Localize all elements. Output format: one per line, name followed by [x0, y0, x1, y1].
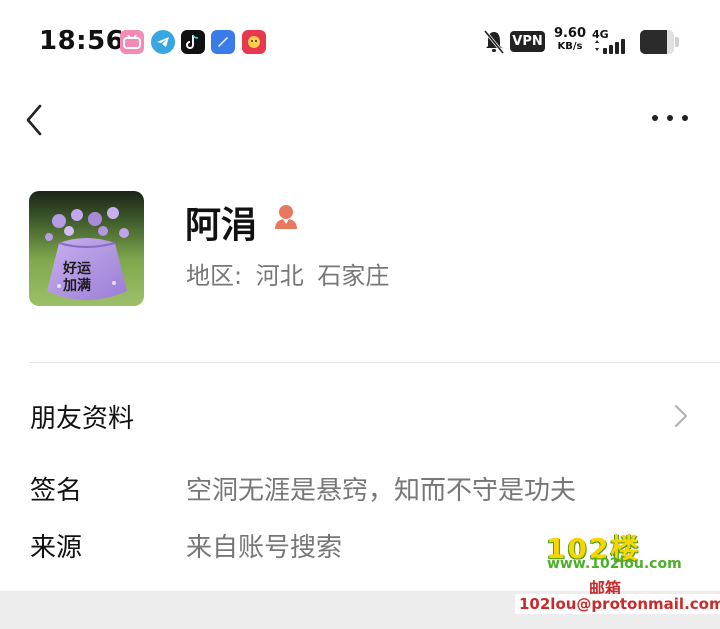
signature-label: 签名: [30, 476, 83, 506]
tiktok-icon: [181, 30, 205, 54]
network-speed: 9.60 KB/s: [552, 27, 588, 53]
signal-icon: [595, 39, 625, 54]
region-province: 河北: [255, 262, 304, 290]
battery-level-fill: [640, 30, 667, 54]
battery-icon: [640, 30, 674, 54]
game-app-icon: [242, 30, 266, 54]
battery-nub: [675, 37, 679, 47]
section-divider: [29, 362, 720, 363]
back-button[interactable]: [20, 100, 50, 140]
telegram-icon: [151, 30, 175, 54]
status-time: 18:56: [39, 26, 125, 56]
avatar-caption-line2: 加满: [63, 278, 91, 294]
region-label: 地区:: [186, 262, 243, 290]
source-label: 来源: [30, 533, 83, 563]
bell-muted-icon: [483, 30, 505, 54]
signature-value: 空洞无涯是悬窍，知而不守是功夫: [186, 476, 577, 506]
mail-app-icon: [211, 30, 235, 54]
network-speed-value: 9.60: [553, 26, 587, 41]
avatar[interactable]: 好运 加满: [29, 191, 144, 306]
friend-info-label: 朋友资料: [30, 404, 135, 434]
contact-name: 阿涓: [185, 205, 258, 246]
avatar-caption-line1: 好运: [63, 261, 91, 277]
source-value: 来自账号搜索: [186, 533, 343, 563]
friend-info-row[interactable]: 朋友资料: [0, 380, 720, 450]
user-female-icon: [275, 205, 297, 229]
more-dots-icon: [652, 115, 688, 121]
vpn-badge: VPN: [510, 31, 545, 52]
watermark-url: www.102lou.com: [547, 556, 682, 572]
avatar-caption: 好运 加满: [63, 261, 91, 295]
contact-profile-page: 18:56 VPN 9.60 KB/s 4G 好运 加满 阿涓 地区: 河北 石…: [0, 0, 720, 629]
region: 地区: 河北 石家庄: [186, 256, 395, 291]
region-city: 石家庄: [317, 262, 390, 290]
bilibili-icon: [120, 30, 144, 54]
chevron-right-icon: [674, 404, 688, 428]
network-speed-unit: KB/s: [557, 41, 583, 52]
more-options-button[interactable]: [648, 108, 692, 128]
chevron-left-icon: [26, 104, 42, 136]
watermark-email: 102lou@protonmail.com: [515, 594, 720, 614]
